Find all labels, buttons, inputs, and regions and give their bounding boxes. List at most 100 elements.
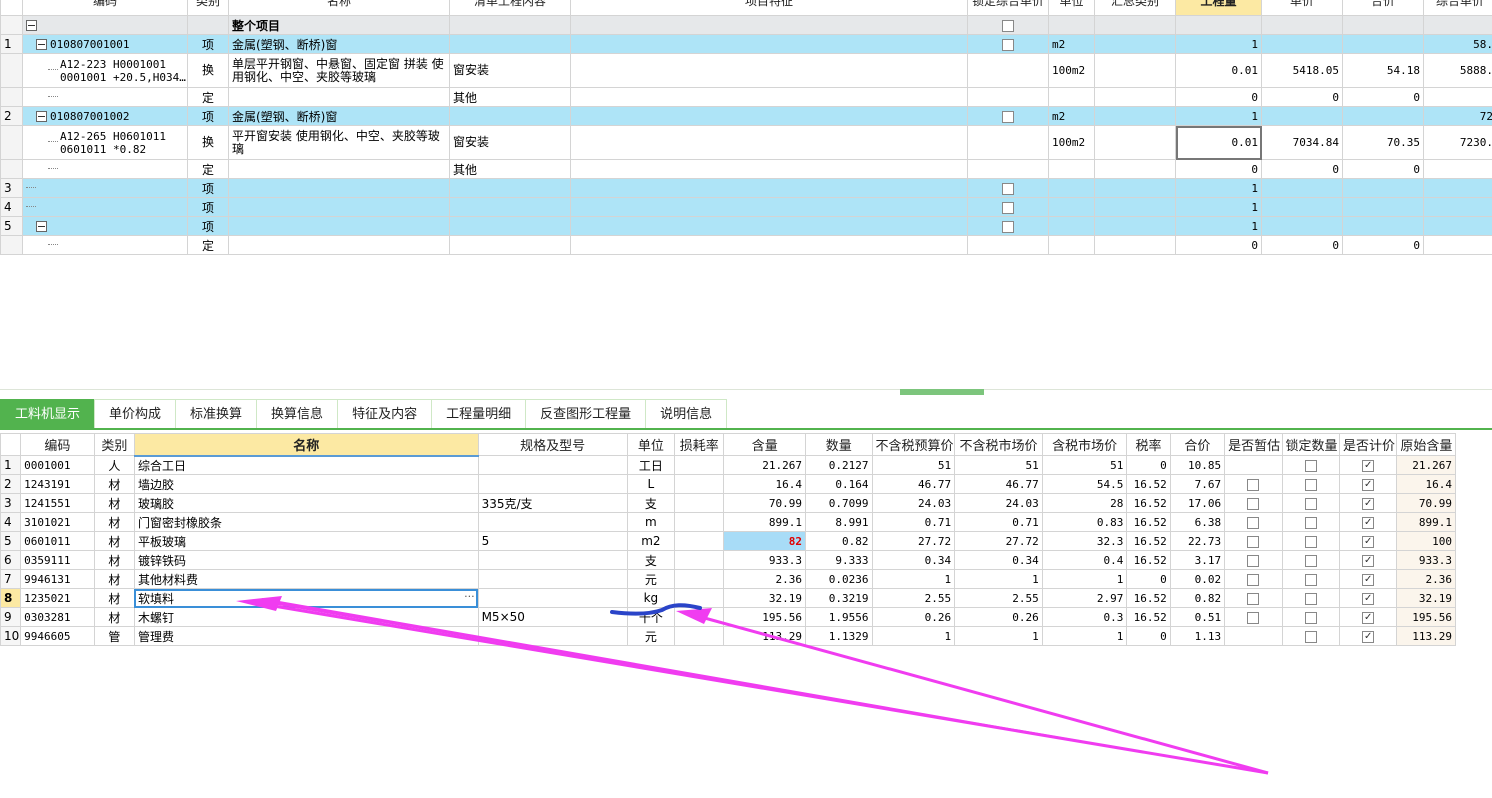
resource-row[interactable]: 79946131材其他材料费元2.360.023611100.022.36 bbox=[0, 569, 1456, 589]
column-header[interactable]: 合价 bbox=[1342, 0, 1424, 16]
total-cell[interactable]: 3.17 bbox=[1169, 550, 1226, 570]
unit-price-cell[interactable] bbox=[1261, 34, 1343, 54]
lock-checkbox[interactable] bbox=[1002, 220, 1014, 233]
priced-checkbox[interactable] bbox=[1362, 516, 1375, 529]
content-cell[interactable]: 其他 bbox=[449, 159, 571, 179]
bill-row[interactable]: 定000 bbox=[0, 235, 1492, 255]
lock-qty-checkbox[interactable] bbox=[1304, 516, 1317, 529]
lock-qty-cell[interactable] bbox=[1281, 512, 1340, 532]
content-cell[interactable] bbox=[449, 197, 571, 217]
resource-row[interactable]: 2 1243191 材墙边胶 L 16.4 0.164 46.77 46.77 54.5 16.5… bbox=[0, 474, 1456, 494]
priced-cell[interactable] bbox=[1338, 588, 1398, 608]
original-content-cell[interactable]: 32.19 bbox=[1396, 588, 1456, 608]
code-cell[interactable]: 0001001 bbox=[20, 455, 95, 475]
quantity-cell[interactable]: 0.2127 bbox=[805, 455, 873, 475]
unit-cell[interactable]: 工日 bbox=[626, 455, 676, 475]
tax-market-price-cell[interactable]: 32.3 bbox=[1041, 531, 1128, 551]
unit-price-cell[interactable] bbox=[1261, 106, 1343, 126]
pre-tax-budget-price-cell[interactable]: 1 bbox=[871, 569, 956, 589]
lock-price-cell[interactable] bbox=[967, 106, 1049, 126]
estimate-cell[interactable] bbox=[1224, 512, 1283, 532]
priced-checkbox[interactable] bbox=[1362, 554, 1375, 567]
lock-qty-checkbox[interactable] bbox=[1304, 535, 1317, 548]
unit-cell[interactable]: L bbox=[626, 474, 676, 494]
lock-checkbox[interactable] bbox=[1002, 110, 1014, 123]
spec-cell[interactable] bbox=[477, 474, 628, 494]
lock-price-cell[interactable] bbox=[967, 125, 1049, 160]
category-cell[interactable]: 材 bbox=[93, 607, 135, 627]
original-content-cell[interactable]: 933.3 bbox=[1396, 550, 1456, 570]
tax-rate-cell[interactable]: 0 bbox=[1126, 569, 1171, 589]
pre-tax-market-price-cell[interactable]: 24.03 bbox=[954, 493, 1043, 513]
summary-category-cell[interactable] bbox=[1094, 159, 1176, 179]
tab-item[interactable]: 换算信息 bbox=[256, 399, 339, 429]
bill-row[interactable]: 3 项 1 bbox=[0, 178, 1492, 198]
total-price-cell[interactable]: 0 bbox=[1342, 159, 1424, 179]
feature-cell[interactable] bbox=[570, 216, 968, 236]
priced-cell[interactable] bbox=[1338, 626, 1398, 646]
summary-category-cell[interactable] bbox=[1094, 178, 1176, 198]
lock-qty-checkbox[interactable] bbox=[1304, 573, 1317, 586]
name-cell[interactable]: 木螺钉 bbox=[133, 607, 479, 627]
name-cell[interactable]: 金属(塑钢、断桥)窗 bbox=[228, 106, 450, 126]
category-cell[interactable]: 项 bbox=[187, 197, 229, 217]
total-price-cell[interactable] bbox=[1342, 34, 1424, 54]
name-cell[interactable] bbox=[228, 178, 450, 198]
name-cell-editing[interactable]: 软填料 ··· bbox=[133, 588, 479, 608]
lock-qty-cell[interactable] bbox=[1281, 569, 1340, 589]
tab-item[interactable]: 工料机显示 bbox=[0, 399, 96, 429]
quantity-cell[interactable]: 1 bbox=[1175, 197, 1262, 217]
priced-checkbox[interactable] bbox=[1362, 573, 1375, 586]
quantity-cell[interactable]: 1 bbox=[1175, 34, 1262, 54]
loss-rate-cell[interactable] bbox=[674, 569, 725, 589]
total-cell[interactable]: 22.73 bbox=[1169, 531, 1226, 551]
code-cell[interactable]: 1235021 bbox=[20, 588, 95, 608]
content-cell[interactable]: 82 bbox=[723, 531, 807, 551]
lock-qty-cell[interactable] bbox=[1281, 588, 1340, 608]
lock-qty-cell[interactable] bbox=[1281, 607, 1340, 627]
name-cell[interactable]: 管理费 bbox=[133, 626, 479, 646]
category-cell[interactable]: 定 bbox=[187, 235, 229, 255]
panel-splitter[interactable] bbox=[0, 389, 1492, 390]
feature-cell[interactable] bbox=[570, 53, 968, 88]
name-cell[interactable]: 综合工日 bbox=[133, 455, 479, 475]
unit-cell[interactable] bbox=[1048, 15, 1095, 35]
spec-cell[interactable] bbox=[477, 588, 628, 608]
spec-cell[interactable] bbox=[477, 569, 628, 589]
code-cell[interactable]: 010807001002 bbox=[22, 106, 188, 126]
feature-cell[interactable] bbox=[570, 178, 968, 198]
name-cell[interactable] bbox=[228, 235, 450, 255]
column-header[interactable]: 单价 bbox=[1261, 0, 1343, 16]
column-header[interactable]: 含税市场价 bbox=[1041, 433, 1128, 456]
feature-cell[interactable] bbox=[570, 106, 968, 126]
unit-price-cell[interactable] bbox=[1261, 197, 1343, 217]
content-cell[interactable]: 32.19 bbox=[723, 588, 807, 608]
unit-price-cell[interactable] bbox=[1261, 15, 1343, 35]
bill-row[interactable]: 定其他 0 0 0 bbox=[0, 159, 1492, 179]
content-cell[interactable]: 窗安装 bbox=[449, 53, 571, 88]
resource-row[interactable]: 109946605管管理费元113.291.132911101.13113.29 bbox=[0, 626, 1456, 646]
bill-row[interactable]: 定其他 0 0 0 bbox=[0, 87, 1492, 107]
summary-category-cell[interactable] bbox=[1094, 216, 1176, 236]
unit-cell[interactable]: 支 bbox=[626, 550, 676, 570]
tax-rate-cell[interactable]: 16.52 bbox=[1126, 493, 1171, 513]
content-cell[interactable]: 195.56 bbox=[723, 607, 807, 627]
lock-qty-checkbox[interactable] bbox=[1304, 611, 1317, 624]
bill-row[interactable]: A12-223 H0001001 0001001 +20.5,H034… 换单层平… bbox=[0, 53, 1492, 88]
tab-item[interactable]: 特征及内容 bbox=[337, 399, 433, 429]
pre-tax-budget-price-cell[interactable]: 24.03 bbox=[871, 493, 956, 513]
category-cell[interactable] bbox=[187, 15, 229, 35]
priced-cell[interactable] bbox=[1338, 531, 1398, 551]
lock-checkbox[interactable] bbox=[1002, 38, 1014, 51]
column-header[interactable]: 是否暂估 bbox=[1224, 433, 1283, 456]
unit-cell[interactable]: m2 bbox=[626, 531, 676, 551]
loss-rate-cell[interactable] bbox=[674, 493, 725, 513]
spec-cell[interactable]: 335克/支 bbox=[477, 493, 628, 513]
content-cell[interactable]: 其他 bbox=[449, 87, 571, 107]
code-cell[interactable] bbox=[22, 197, 188, 217]
category-cell[interactable]: 项 bbox=[187, 216, 229, 236]
unit-price-cell[interactable]: 7034.84 bbox=[1261, 125, 1343, 160]
composite-price-cell[interactable] bbox=[1423, 197, 1492, 217]
name-cell[interactable]: 金属(塑钢、断桥)窗 bbox=[228, 34, 450, 54]
tax-market-price-cell[interactable]: 2.97 bbox=[1041, 588, 1128, 608]
